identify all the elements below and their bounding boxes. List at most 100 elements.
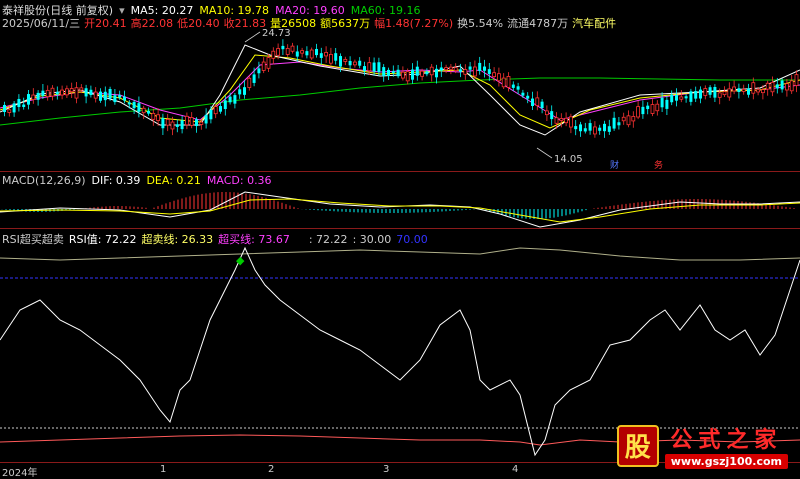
candle-body (127, 102, 131, 105)
rsi-buy-signal-icon: ◆ (236, 254, 245, 267)
candle-body (660, 97, 664, 108)
candle-body (334, 53, 338, 61)
candle-body (472, 66, 477, 77)
candle-body (550, 111, 554, 120)
peak-price-label: 24.73 (262, 28, 291, 39)
candle-body (675, 94, 678, 101)
candle-body (93, 91, 98, 99)
candle-body (631, 116, 636, 122)
candle-body (453, 67, 458, 72)
candle-body (233, 95, 237, 104)
ma5-line (0, 44, 800, 136)
candle-body (247, 77, 252, 88)
candle-body (540, 101, 544, 109)
candle-body (151, 112, 156, 120)
candle-body (165, 119, 170, 126)
candle-body (732, 86, 736, 92)
candle-body (684, 96, 688, 99)
candle-body (147, 111, 150, 114)
candle-body (535, 97, 540, 106)
candle-body (770, 81, 775, 93)
candle-body (617, 122, 621, 126)
finance-marker[interactable]: 财 (610, 159, 619, 170)
candle-body (415, 66, 419, 76)
candle-body (411, 69, 414, 80)
x-tick-2: 2 (268, 464, 275, 475)
candle-body (506, 76, 511, 88)
candle-body (612, 117, 616, 129)
candle-body (747, 88, 750, 95)
candle-body (722, 91, 727, 96)
candle-body (60, 89, 64, 96)
candle-body (641, 106, 645, 115)
candle-body (156, 114, 161, 121)
candle-body (99, 91, 102, 101)
candle-body (74, 87, 79, 99)
candle-body (27, 94, 30, 105)
candle-body (699, 89, 702, 99)
candle-body (22, 104, 26, 107)
candle-body (621, 116, 626, 122)
candle-body (219, 106, 222, 112)
candle-body (521, 92, 525, 96)
candle-body (468, 66, 472, 70)
candle-body (789, 80, 794, 92)
candle-body (271, 50, 276, 59)
candle-body (583, 128, 587, 132)
candle-body (170, 121, 175, 130)
candle-body (420, 70, 425, 77)
macd-chart[interactable] (0, 172, 800, 232)
candle-body (305, 51, 309, 56)
watermark-logo: 股 公式之家 www.gszj100.com (616, 422, 788, 469)
candle-body (708, 87, 712, 95)
candle-body (703, 88, 708, 96)
x-tick-3: 3 (383, 464, 390, 475)
watermark-name: 公式之家 (670, 427, 783, 453)
candle-body (290, 45, 295, 52)
candle-body (84, 88, 88, 97)
candle-body (377, 62, 381, 73)
candle-body (780, 80, 784, 90)
candle-body (113, 95, 117, 103)
candle-body (588, 123, 592, 131)
candle-body (89, 89, 93, 96)
event-marker[interactable]: 务 (654, 159, 663, 170)
candle-body (463, 69, 468, 75)
candle-body (579, 124, 582, 132)
candle-body (387, 69, 390, 76)
candle-body (367, 62, 372, 72)
candle-body (309, 49, 314, 59)
candle-body (650, 104, 655, 114)
candle-body (7, 109, 12, 113)
candle-body (751, 82, 756, 94)
candle-body (741, 88, 746, 92)
candle-body (108, 88, 112, 99)
candle-body (300, 50, 305, 54)
candle-body (737, 88, 741, 93)
candle-body (626, 115, 631, 126)
candle-body (756, 89, 760, 93)
candle-body (3, 104, 6, 113)
candle-body (328, 53, 333, 64)
candle-body (315, 48, 318, 56)
watermark-url: www.gszj100.com (664, 454, 788, 469)
candle-body (665, 99, 669, 109)
candle-body (636, 106, 640, 118)
candle-body (439, 67, 443, 71)
candle-body (285, 47, 290, 55)
macd-histogram (1, 192, 795, 219)
candle-body (79, 87, 84, 91)
candle-body (180, 120, 184, 130)
price-chart[interactable]: 24.73 14.05 财 务 (0, 0, 800, 170)
candle-body (727, 88, 732, 98)
candle-body (405, 71, 410, 82)
rsi-overbought-curve (0, 247, 800, 261)
candle-body (123, 96, 126, 101)
candle-body (161, 118, 165, 129)
x-tick-0: 2024年 (2, 468, 38, 479)
candle-body (435, 68, 438, 78)
candle-body (69, 88, 74, 93)
candle-body (266, 57, 271, 69)
candle-body (55, 91, 59, 95)
candle-body (132, 101, 136, 109)
